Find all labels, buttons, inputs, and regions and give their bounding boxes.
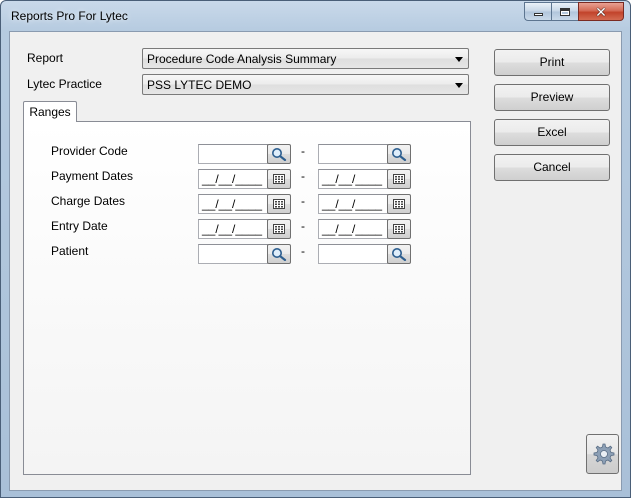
range-separator: -: [301, 144, 305, 158]
calendar-icon: [273, 199, 285, 209]
range-label-entry-date: Entry Date: [51, 219, 108, 233]
entry-date-to-calendar-button[interactable]: [387, 219, 411, 239]
provider-code-from-search-button[interactable]: [267, 144, 291, 164]
payment-dates-to-input[interactable]: __/__/____: [318, 169, 388, 189]
charge-dates-to-calendar-button[interactable]: [387, 194, 411, 214]
maximize-button[interactable]: [551, 2, 578, 21]
provider-code-to-search-button[interactable]: [387, 144, 411, 164]
report-label: Report: [27, 51, 64, 65]
charge-dates-from-calendar-button[interactable]: [267, 194, 291, 214]
patient-from-input[interactable]: [198, 244, 268, 264]
report-dropdown-value: Procedure Code Analysis Summary: [147, 52, 337, 66]
patient-from-search-button[interactable]: [267, 244, 291, 264]
payment-dates-from-input[interactable]: __/__/____: [198, 169, 268, 189]
search-icon: [392, 148, 407, 161]
gear-icon: [593, 443, 614, 465]
calendar-icon: [273, 174, 285, 184]
chevron-down-icon: [455, 57, 463, 62]
calendar-icon: [273, 224, 285, 234]
calendar-icon: [393, 224, 405, 234]
window-title: Reports Pro For Lytec: [11, 9, 128, 23]
practice-label: Lytec Practice: [27, 77, 102, 91]
range-label-patient: Patient: [51, 244, 89, 258]
range-separator: -: [301, 244, 305, 258]
excel-button[interactable]: Excel: [494, 119, 610, 146]
caption-buttons: ✕: [524, 2, 624, 21]
minimize-button[interactable]: [524, 2, 551, 21]
close-button[interactable]: ✕: [578, 2, 624, 21]
range-label-payment-dates: Payment Dates: [51, 169, 134, 183]
calendar-icon: [393, 199, 405, 209]
title-bar[interactable]: Reports Pro For Lytec ✕: [1, 1, 630, 31]
settings-button[interactable]: [586, 434, 619, 474]
calendar-icon: [393, 174, 405, 184]
payment-dates-to-calendar-button[interactable]: [387, 169, 411, 189]
patient-to-search-button[interactable]: [387, 244, 411, 264]
chevron-down-icon: [455, 83, 463, 88]
minimize-icon: [533, 13, 543, 16]
preview-button[interactable]: Preview: [494, 84, 610, 111]
charge-dates-from-input[interactable]: __/__/____: [198, 194, 268, 214]
entry-date-from-input[interactable]: __/__/____: [198, 219, 268, 239]
maximize-icon: [560, 7, 570, 16]
provider-code-from-input[interactable]: [198, 144, 268, 164]
close-icon: ✕: [595, 3, 607, 20]
range-separator: -: [301, 219, 305, 233]
charge-dates-to-input[interactable]: __/__/____: [318, 194, 388, 214]
range-separator: -: [301, 194, 305, 208]
search-icon: [392, 248, 407, 261]
payment-dates-from-calendar-button[interactable]: [267, 169, 291, 189]
tab-ranges[interactable]: Ranges: [23, 101, 77, 122]
entry-date-to-input[interactable]: __/__/____: [318, 219, 388, 239]
provider-code-to-input[interactable]: [318, 144, 388, 164]
range-label-provider-code: Provider Code: [51, 144, 128, 158]
practice-dropdown-value: PSS LYTEC DEMO: [147, 78, 252, 92]
search-icon: [272, 248, 287, 261]
print-button[interactable]: Print: [494, 49, 610, 76]
cancel-button[interactable]: Cancel: [494, 154, 610, 181]
app-window: Reports Pro For Lytec ✕ Report Procedure…: [0, 0, 631, 498]
ranges-panel: Provider Code - Payment Dates __/__/____…: [23, 121, 471, 475]
dialog-body: Report Procedure Code Analysis Summary L…: [9, 31, 622, 491]
report-dropdown[interactable]: Procedure Code Analysis Summary: [142, 48, 469, 69]
range-separator: -: [301, 169, 305, 183]
search-icon: [272, 148, 287, 161]
range-label-charge-dates: Charge Dates: [51, 194, 126, 208]
entry-date-from-calendar-button[interactable]: [267, 219, 291, 239]
patient-to-input[interactable]: [318, 244, 388, 264]
practice-dropdown[interactable]: PSS LYTEC DEMO: [142, 74, 469, 95]
